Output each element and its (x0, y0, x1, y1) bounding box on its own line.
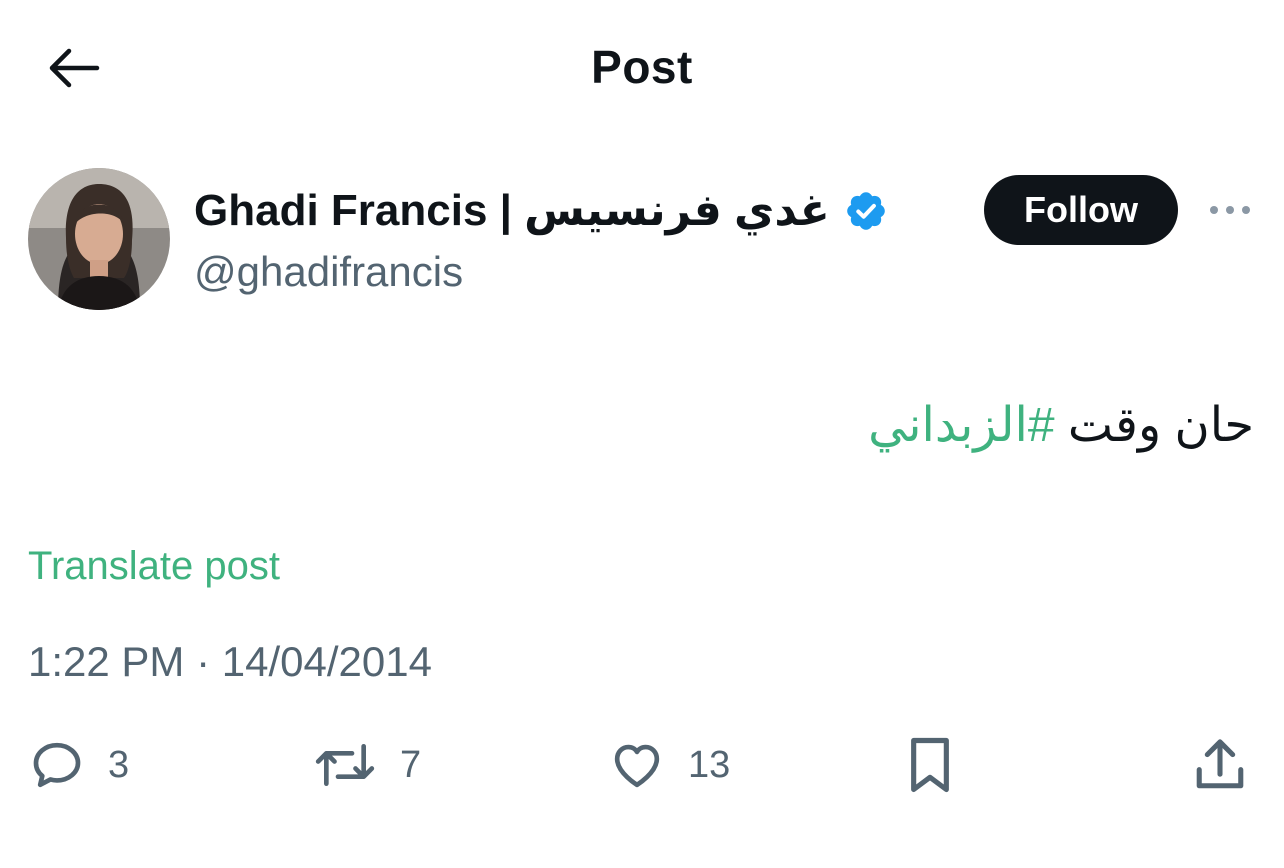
like-count: 13 (688, 744, 731, 786)
verified-badge-icon (844, 189, 888, 233)
translate-post-link[interactable]: Translate post (28, 540, 280, 592)
reply-button[interactable]: 3 (28, 734, 129, 796)
avatar-image (28, 168, 170, 310)
timestamp[interactable]: 1:22 PM · 14/04/2014 (28, 634, 432, 690)
hashtag-link[interactable]: #الزبداني (868, 399, 1054, 452)
like-button[interactable]: 13 (608, 734, 730, 796)
avatar[interactable] (28, 168, 170, 310)
display-name-row: Ghadi Francis | غدي فرنسيس (194, 180, 888, 242)
more-options-button[interactable] (1206, 190, 1254, 230)
bookmark-button[interactable] (902, 734, 958, 796)
repost-button[interactable]: 7 (312, 734, 421, 796)
more-horizontal-icon (1210, 206, 1250, 214)
share-button[interactable] (1192, 734, 1248, 796)
bookmark-icon (911, 737, 949, 793)
post-text: حان وقت #الزبداني (868, 392, 1254, 460)
share-icon (1196, 739, 1244, 789)
heart-icon (614, 744, 660, 788)
display-name[interactable]: Ghadi Francis | غدي فرنسيس (194, 180, 830, 242)
repost-count: 7 (400, 744, 422, 786)
handle[interactable]: @ghadifrancis (194, 244, 463, 300)
reply-icon (33, 742, 81, 788)
post-body: حان وقت (1067, 399, 1254, 452)
repost-icon (315, 744, 375, 786)
follow-button[interactable]: Follow (984, 175, 1178, 245)
reply-count: 3 (108, 744, 130, 786)
page-title: Post (591, 41, 693, 93)
